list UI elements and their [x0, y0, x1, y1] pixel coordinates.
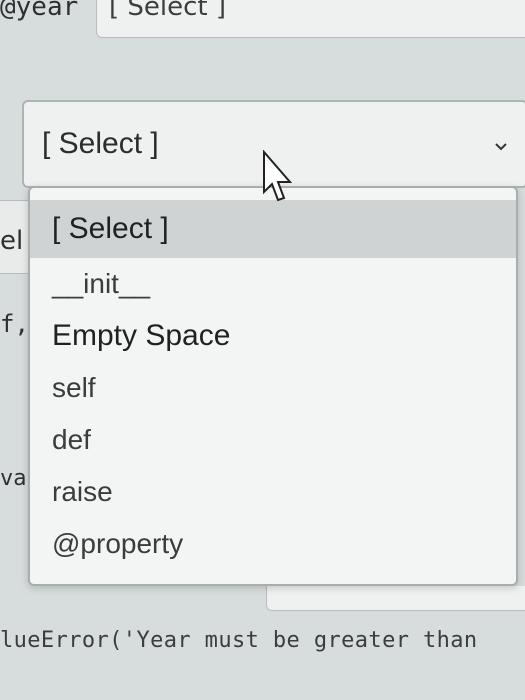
dropdown-option-self[interactable]: self	[30, 362, 516, 414]
dropdown-option-property[interactable]: @property	[30, 518, 516, 570]
main-select-value: [ Select ]	[42, 127, 159, 160]
mouse-pointer-icon	[263, 150, 293, 202]
code-error-line: lueError('Year must be greater than	[0, 628, 478, 653]
code-fragment-el: el	[0, 226, 24, 256]
top-select-value: [ Select ]	[109, 0, 227, 22]
dropdown-option-def[interactable]: def	[30, 414, 516, 466]
code-year-decorator: @year	[0, 0, 79, 22]
next-select-box[interactable]	[266, 586, 525, 611]
chevron-down-icon	[495, 143, 507, 151]
dropdown-option-init[interactable]: __init__	[30, 258, 516, 310]
dropdown-option-select[interactable]: [ Select ]	[30, 200, 516, 258]
dropdown-option-raise[interactable]: raise	[30, 466, 516, 518]
dropdown-option-empty-space[interactable]: Empty Space	[30, 310, 516, 362]
top-select-dropdown[interactable]: [ Select ]	[96, 0, 525, 38]
dropdown-menu: [ Select ] __init__ Empty Space self def…	[28, 186, 518, 586]
code-fragment-f: f,	[0, 310, 29, 338]
